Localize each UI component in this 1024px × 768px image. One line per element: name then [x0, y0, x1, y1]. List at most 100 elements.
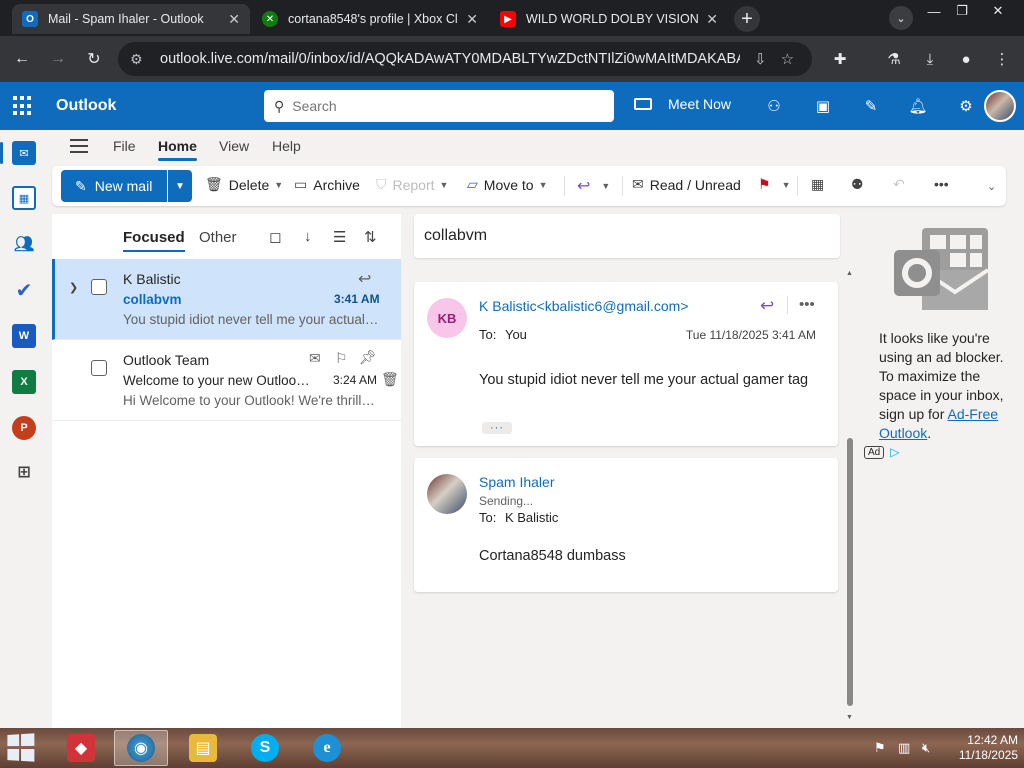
app-name[interactable]: Outlook [56, 97, 116, 115]
pivot-focused[interactable]: Focused [123, 229, 185, 252]
read-unread-button[interactable]: ✉ Read / Unread [632, 176, 741, 193]
new-tab-button[interactable]: + [734, 6, 760, 32]
archive-button[interactable]: ▭ Archive [294, 176, 360, 193]
reading-scrollbar[interactable]: ▲ ▼ [846, 270, 854, 722]
expand-ribbon-button[interactable]: ⌄ [982, 180, 996, 193]
scroll-up-icon[interactable]: ▲ [846, 270, 853, 277]
scrollbar-thumb[interactable] [847, 438, 853, 706]
my-day-icon[interactable]: ✎ [860, 95, 882, 117]
new-mail-dropdown[interactable]: ▼ [168, 170, 192, 202]
profile-icon[interactable]: ● [954, 47, 978, 71]
browser-menu-icon[interactable]: ⋮ [990, 47, 1014, 71]
forward-icon[interactable]: → [46, 47, 70, 71]
tab-outlook[interactable]: O Mail - Spam Ihaler - Outlook ✕ [12, 4, 250, 34]
select-mode-icon[interactable]: ◻ [269, 228, 281, 246]
sort-icon[interactable]: ⇅ [364, 228, 377, 246]
close-tab-icon[interactable]: ✕ [706, 11, 718, 28]
window-close-icon[interactable]: ✕ [980, 0, 1016, 22]
tab-xbox[interactable]: ✕ cortana8548's profile | Xbox Clo ✕ [252, 4, 488, 34]
report-button[interactable]: ⛉ Report ▼ [376, 176, 448, 193]
new-mail-button[interactable]: ✎ New mail [61, 170, 167, 202]
groups-button[interactable]: ⚉ [851, 176, 870, 193]
system-clock[interactable]: 12:42 AM 11/18/2025 [944, 733, 1018, 763]
jump-to-icon[interactable]: ↓ [304, 228, 312, 245]
categorize-button[interactable]: ▦ [811, 176, 830, 193]
mark-unread-icon[interactable]: ✉ [309, 350, 321, 367]
trash-icon[interactable]: 🗑︎ [381, 371, 399, 388]
scroll-down-icon[interactable]: ▼ [846, 714, 853, 721]
adchoices-icon[interactable]: ▷ [890, 445, 899, 459]
restore-icon[interactable]: ❐ [944, 0, 980, 22]
calendar-icon[interactable]: ▦ [12, 186, 36, 210]
rail-selection-indicator [0, 142, 3, 164]
todo-check-icon[interactable]: ✔ [12, 278, 36, 302]
back-icon[interactable]: ← [10, 47, 34, 71]
tab-file[interactable]: File [113, 138, 136, 154]
powerpoint-icon[interactable]: P [12, 416, 36, 440]
select-checkbox[interactable] [91, 360, 107, 376]
taskbar-app-ie[interactable]: e [300, 730, 354, 766]
close-tab-icon[interactable]: ✕ [228, 11, 240, 28]
message-card[interactable]: KB K Balistic<kbalistic6@gmail.com> ↩ ••… [414, 282, 838, 446]
word-icon[interactable]: W [12, 324, 36, 348]
excel-icon[interactable]: X [12, 370, 36, 394]
start-button[interactable] [7, 733, 41, 763]
tab-youtube[interactable]: ▶ WILD WORLD DOLBY VISION™ | ✕ [490, 4, 728, 34]
install-app-icon[interactable]: ⇩ [754, 50, 767, 68]
downloads-icon[interactable]: ⤓ [918, 47, 942, 71]
taskbar-app-skype[interactable]: S [238, 730, 292, 766]
notifications-bell-icon[interactable]: 🔔︎ [907, 95, 929, 117]
search-input[interactable] [292, 98, 593, 114]
pivot-other[interactable]: Other [199, 229, 237, 246]
chevron-down-icon: ▼ [538, 179, 548, 190]
taskbar-app-cube[interactable]: ◆ [54, 730, 108, 766]
account-avatar[interactable] [984, 90, 1016, 122]
taskbar-app-explorer[interactable]: ▤ [176, 730, 230, 766]
tab-help[interactable]: Help [272, 138, 301, 154]
more-apps-icon[interactable]: ⊞ [12, 460, 36, 484]
address-bar[interactable]: ⚙ outlook.live.com/mail/0/inbox/id/AQQkA… [118, 42, 812, 76]
undo-button[interactable]: ↶ [893, 176, 911, 193]
pin-icon[interactable]: 📌︎ [359, 349, 377, 366]
labs-icon[interactable]: ⚗ [882, 47, 906, 71]
site-info-icon[interactable]: ⚙ [130, 51, 148, 68]
flag-icon[interactable]: ⚐ [335, 350, 348, 367]
reply-all-button[interactable]: ↩ ▼ [577, 176, 610, 196]
search-box[interactable]: ⚲ [264, 90, 614, 122]
chevron-right-icon[interactable]: ❯ [69, 281, 78, 294]
settings-gear-icon[interactable]: ⚙ [955, 95, 977, 117]
move-to-button[interactable]: ▱ Move to ▼ [467, 176, 548, 193]
bookmark-star-icon[interactable]: ☆ [781, 50, 794, 68]
tab-home[interactable]: Home [158, 138, 197, 161]
select-checkbox[interactable] [91, 279, 107, 295]
filter-icon[interactable]: ☰ [333, 228, 346, 246]
taskbar-app-browser[interactable]: ◉ [114, 730, 168, 766]
tab-view[interactable]: View [219, 138, 249, 154]
people-icon[interactable]: 👥︎ [12, 232, 36, 256]
reply-icon[interactable]: ↩ [760, 296, 774, 316]
extensions-icon[interactable]: ✚ [828, 47, 852, 71]
more-options-button[interactable]: ••• [934, 176, 955, 192]
sender-name[interactable]: Spam Ihaler [479, 474, 554, 490]
action-center-flag-icon[interactable]: ⚑ [874, 740, 886, 756]
reload-icon[interactable]: ↻ [82, 47, 106, 71]
hamburger-menu-icon[interactable] [70, 139, 88, 153]
close-tab-icon[interactable]: ✕ [466, 11, 478, 28]
tab-search-icon[interactable]: ⌄ [889, 6, 913, 30]
sender-address[interactable]: K Balistic<kbalistic6@gmail.com> [479, 298, 689, 314]
show-more-button[interactable]: ··· [482, 422, 512, 434]
more-actions-icon[interactable]: ••• [799, 296, 815, 313]
app-launcher-icon[interactable] [13, 96, 33, 116]
volume-muted-icon[interactable]: 🔇︎ [922, 740, 930, 756]
teams-icon[interactable]: ⚇ [763, 95, 785, 117]
meet-now-button[interactable]: Meet Now [634, 96, 731, 112]
office-icon[interactable]: ▣ [812, 95, 834, 117]
network-icon[interactable]: ▥ [898, 740, 910, 756]
flag-button[interactable]: ⚑ ▼ [758, 176, 790, 193]
message-card[interactable]: Spam Ihaler Sending... To: K Balistic Co… [414, 458, 838, 592]
delete-button[interactable]: 🗑︎ Delete ▼ [205, 176, 283, 193]
mail-icon[interactable]: ✉ [12, 141, 36, 165]
list-item[interactable]: ❯ K Balistic ↩ collabvm 3:41 AM You stup… [52, 259, 401, 340]
list-item[interactable]: Outlook Team ✉ ⚐ 📌︎ Welcome to your new … [52, 340, 401, 421]
recipient-line: To: You [479, 327, 527, 342]
